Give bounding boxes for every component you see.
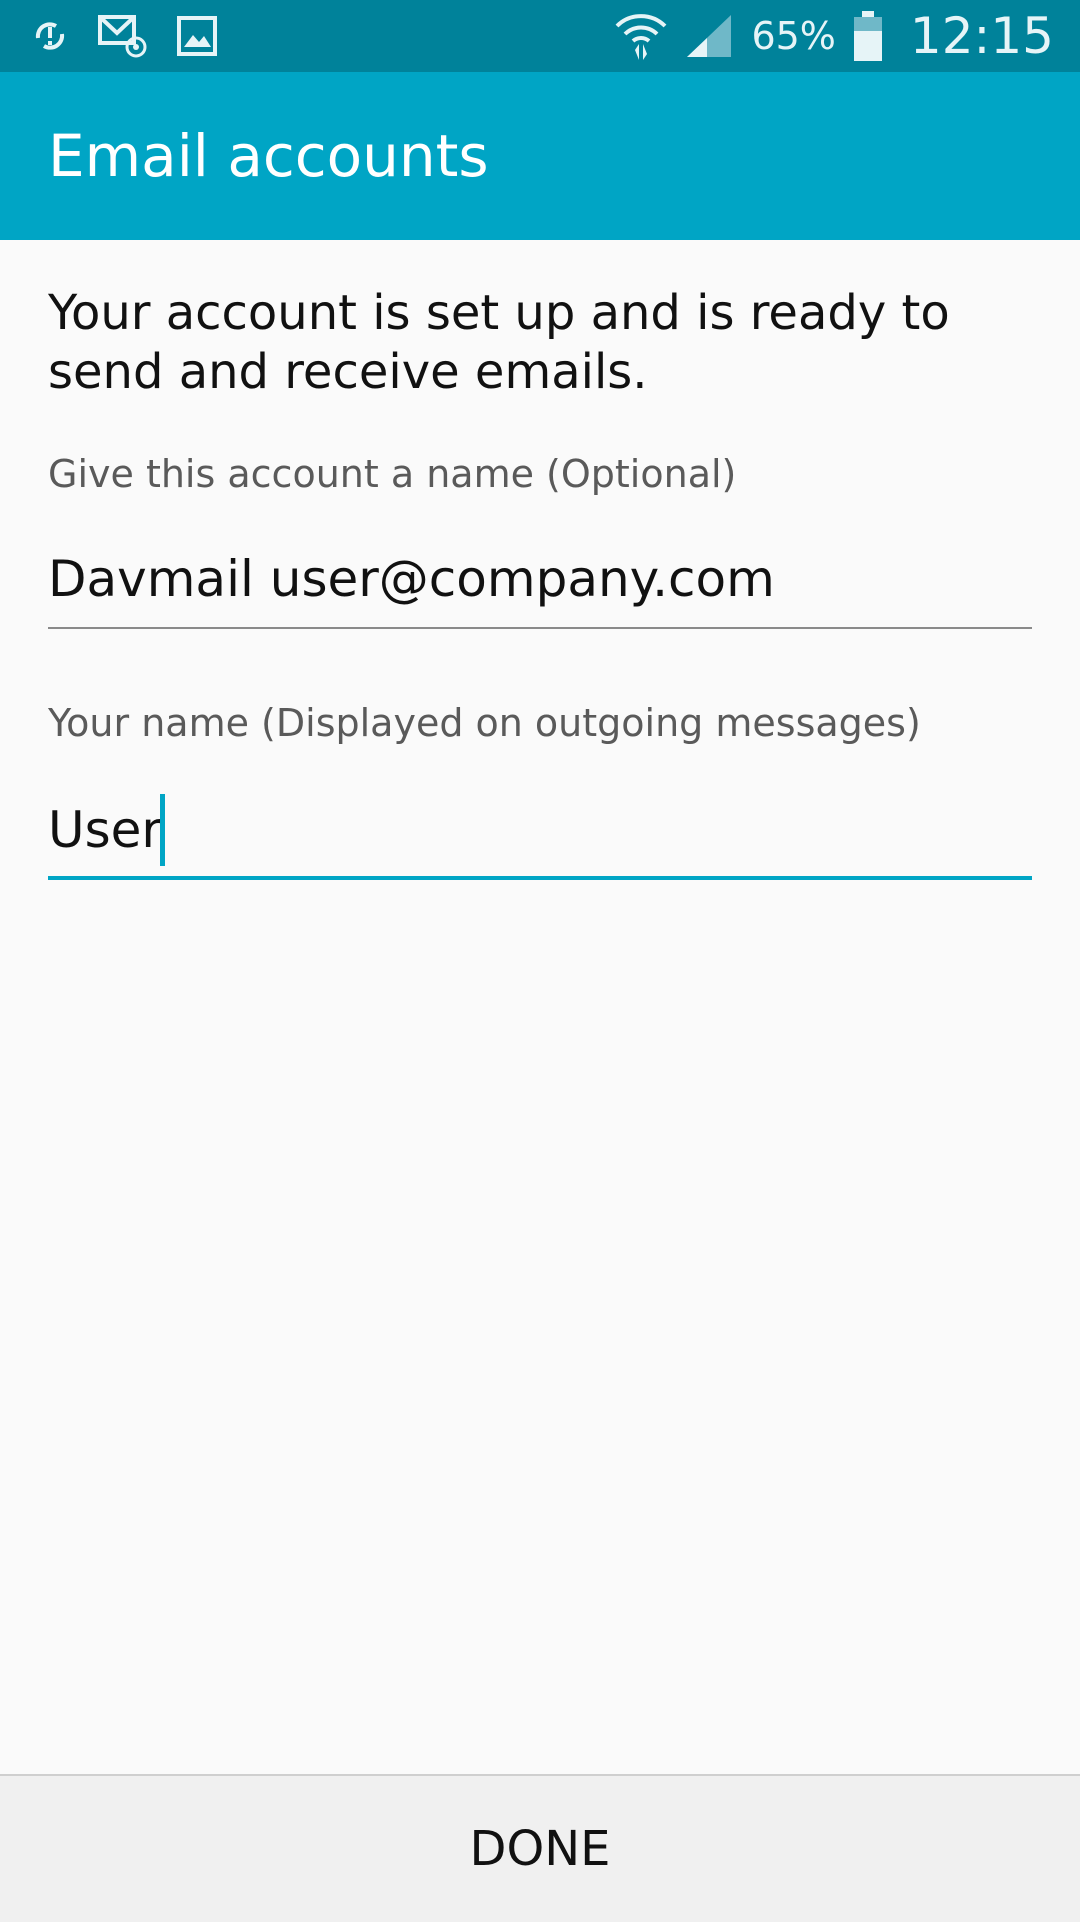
wifi-icon (613, 10, 669, 62)
status-bar: 65% 12:15 (0, 0, 1080, 72)
battery-icon (852, 10, 884, 62)
status-indicators: 65% 12:15 (613, 0, 1054, 72)
status-time: 12:15 (909, 7, 1054, 65)
done-button[interactable]: DONE (0, 1776, 1080, 1922)
email-notification-icon (98, 13, 148, 59)
account-setup-form: Your account is set up and is ready to s… (48, 240, 1032, 880)
account-name-field[interactable]: Davmail user@company.com (48, 535, 1032, 629)
your-name-field[interactable]: User (48, 782, 1032, 880)
bottom-bar: DONE (0, 1774, 1080, 1922)
account-name-value: Davmail user@company.com (48, 550, 775, 608)
app-bar: Email accounts (0, 72, 1080, 240)
your-name-value: User (48, 801, 162, 859)
setup-complete-message: Your account is set up and is ready to s… (48, 285, 950, 400)
account-name-label: Give this account a name (Optional) (48, 452, 737, 496)
sync-error-icon (30, 16, 70, 56)
status-notifications (30, 0, 218, 72)
cell-signal-icon (685, 13, 735, 59)
text-cursor (159, 794, 165, 866)
page-title: Email accounts (48, 122, 489, 190)
image-notification-icon (176, 15, 218, 57)
battery-percent: 65% (751, 14, 836, 58)
your-name-label: Your name (Displayed on outgoing message… (48, 701, 921, 745)
